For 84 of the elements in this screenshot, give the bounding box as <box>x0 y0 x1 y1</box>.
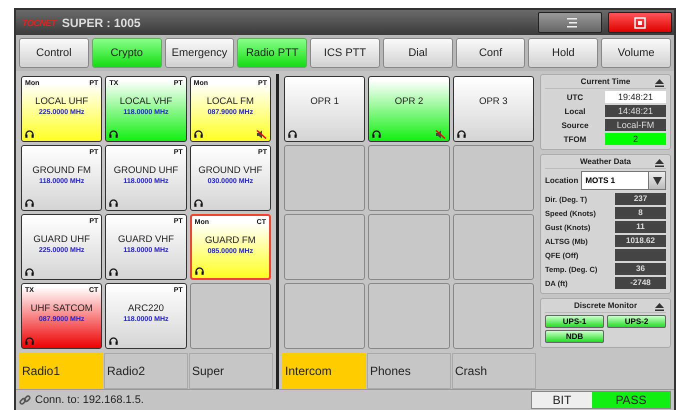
link-icon <box>19 394 31 406</box>
eject-icon[interactable] <box>655 159 664 167</box>
radio-name: LOCAL VHF <box>120 96 172 107</box>
page-tab[interactable]: Crash <box>452 353 536 389</box>
app-logo: TOCNET <box>22 18 56 28</box>
headphones-icon <box>372 130 382 138</box>
time-label: Source <box>560 120 590 130</box>
time-value: 2 <box>605 133 666 145</box>
mode-tab[interactable]: Crypto <box>92 38 162 68</box>
operator-name: OPR 3 <box>479 96 508 107</box>
weather-value: 36 <box>615 263 666 275</box>
stop-icon <box>634 16 646 28</box>
time-value: Local-FM <box>605 119 666 131</box>
radio-name: GUARD FM <box>204 235 256 246</box>
mode-tab[interactable]: Control <box>19 38 89 68</box>
headphones-icon <box>25 130 34 138</box>
eject-icon[interactable] <box>655 79 664 87</box>
empty-value-field <box>615 249 666 261</box>
weather-value: 8 <box>615 207 666 219</box>
headphones-icon <box>194 130 203 138</box>
page-tab[interactable]: Super <box>189 353 273 389</box>
radio-name: ARC220 <box>128 303 164 314</box>
mode-tab[interactable]: ICS PTT <box>310 38 380 68</box>
window-title: SUPER : 1005 <box>62 16 141 30</box>
time-label: UTC <box>566 92 584 102</box>
radio-name: LOCAL UHF <box>35 96 88 107</box>
status-indicator: UPS-2 <box>607 315 666 328</box>
headphones-icon <box>109 337 118 345</box>
location-label: Location <box>545 176 578 185</box>
headphones-icon <box>109 268 118 276</box>
mode-tab[interactable]: Emergency <box>164 38 234 68</box>
weather-value: 237 <box>615 193 666 205</box>
panel-title: Discrete Monitor <box>574 301 638 310</box>
mode-tab[interactable]: Volume <box>601 38 672 68</box>
headphones-icon <box>456 130 466 138</box>
bit-result: PASS <box>592 392 670 408</box>
time-value: 14:48:21 <box>605 105 666 117</box>
status-indicator: UPS-1 <box>545 315 604 328</box>
radio-name: GROUND UHF <box>114 165 178 176</box>
dropdown-arrow-icon <box>652 176 662 184</box>
page-tab[interactable]: Radio2 <box>104 353 188 389</box>
location-dropdown[interactable]: MOTS 1 <box>581 171 666 190</box>
headphones-icon <box>288 130 297 138</box>
intercom-button[interactable]: OPR 1 <box>284 76 366 142</box>
radio-name: GUARD UHF <box>33 234 90 245</box>
headphones-icon <box>25 337 34 345</box>
radio-name: UHF SATCOM <box>30 303 93 314</box>
radio-name: GROUND VHF <box>198 165 262 176</box>
status-indicator: NDB <box>545 330 604 343</box>
page-tab[interactable]: Radio1 <box>19 353 103 389</box>
page-tab[interactable]: Phones <box>367 353 451 389</box>
headphones-icon <box>194 267 204 275</box>
radio-name: GUARD VHF <box>118 234 174 245</box>
operator-name: OPR 1 <box>310 96 339 107</box>
time-label: Local <box>564 106 586 116</box>
headphones-icon <box>25 199 34 207</box>
time-value: 19:48:21 <box>605 91 666 103</box>
weather-value: -2748 <box>615 277 666 289</box>
operator-name: OPR 2 <box>394 96 424 107</box>
intercom-button[interactable]: OPR 2 <box>368 76 450 142</box>
weather-value: 1018.62 <box>615 235 666 247</box>
mode-tab[interactable]: Dial <box>382 38 453 68</box>
menu-button[interactable] <box>538 12 602 33</box>
headphones-icon <box>109 199 118 207</box>
headphones-icon <box>25 268 34 276</box>
close-button[interactable] <box>608 12 672 33</box>
connection-status: Conn. to: 192.168.1.5. <box>35 394 144 406</box>
muted-speaker-icon <box>434 130 446 138</box>
panel-title: Current Time <box>580 77 630 86</box>
radio-name: GROUND FM <box>32 165 91 176</box>
time-label: TFOM <box>562 134 588 144</box>
radio-name: LOCAL FM <box>206 96 254 107</box>
page-tab[interactable]: Intercom <box>282 353 366 389</box>
mode-tab[interactable]: Hold <box>528 38 598 68</box>
intercom-button[interactable]: OPR 3 <box>452 76 534 142</box>
mode-tab[interactable]: Radio PTT <box>237 38 308 68</box>
eject-icon[interactable] <box>655 303 664 311</box>
bit-label: BIT <box>552 392 572 408</box>
mode-tab[interactable]: Conf <box>456 38 526 68</box>
muted-speaker-icon <box>256 130 267 138</box>
headphones-icon <box>109 130 118 138</box>
headphones-icon <box>194 199 203 207</box>
weather-value: 11 <box>615 221 666 233</box>
panel-title: Weather Data <box>580 157 631 166</box>
